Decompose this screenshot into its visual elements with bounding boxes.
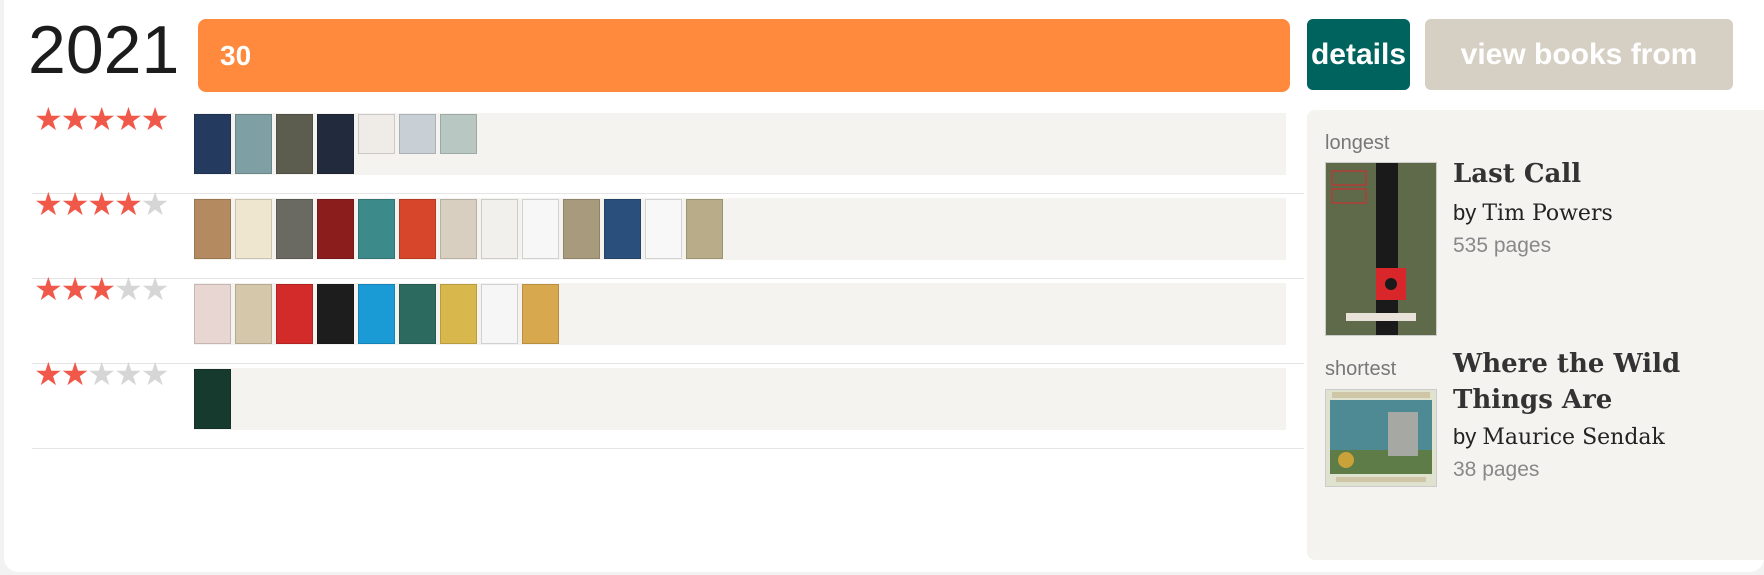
book-cover[interactable] xyxy=(563,199,600,259)
shortest-book-cover[interactable] xyxy=(1325,389,1437,487)
book-cover[interactable] xyxy=(399,284,436,344)
star-filled-icon: ★ xyxy=(114,186,143,222)
star-filled-icon: ★ xyxy=(114,101,143,137)
book-cover[interactable] xyxy=(276,114,313,174)
book-shelf xyxy=(194,283,1286,345)
book-cover[interactable] xyxy=(317,114,354,174)
shortest-label: shortest xyxy=(1325,358,1397,380)
shortest-book-author[interactable]: Maurice Sendak xyxy=(1482,425,1665,450)
book-shelf xyxy=(194,368,1286,430)
length-extremes-panel: longest Last Call by Tim Powers 535 page… xyxy=(1307,110,1764,560)
star-filled-icon: ★ xyxy=(60,186,90,222)
book-shelf xyxy=(194,113,1286,175)
book-cover[interactable] xyxy=(317,199,354,259)
star-filled-icon: ★ xyxy=(60,356,90,392)
star-empty-icon: ★ xyxy=(87,356,116,392)
books-count-bar: 30 xyxy=(198,19,1290,92)
book-cover[interactable] xyxy=(317,284,354,344)
book-cover[interactable] xyxy=(399,199,436,259)
book-cover[interactable] xyxy=(440,284,477,344)
star-filled-icon: ★ xyxy=(140,101,170,137)
star-empty-icon: ★ xyxy=(140,186,170,222)
book-cover[interactable] xyxy=(358,199,395,259)
rating-row-3: ★★★★★ xyxy=(32,271,1304,364)
longest-book-cover[interactable] xyxy=(1325,162,1437,336)
star-filled-icon: ★ xyxy=(34,271,63,307)
longest-book-author[interactable]: Tim Powers xyxy=(1482,201,1612,226)
rating-row-4: ★★★★★ xyxy=(32,186,1304,279)
star-empty-icon: ★ xyxy=(114,271,143,307)
book-cover[interactable] xyxy=(399,114,436,154)
book-cover[interactable] xyxy=(358,284,395,344)
book-cover[interactable] xyxy=(276,199,313,259)
book-cover[interactable] xyxy=(440,114,477,154)
view-books-button[interactable]: view books from 2021 xyxy=(1425,19,1733,142)
star-empty-icon: ★ xyxy=(140,271,170,307)
shortest-book-byline: by Maurice Sendak xyxy=(1453,424,1665,450)
book-cover[interactable] xyxy=(440,199,477,259)
book-cover[interactable] xyxy=(522,199,559,259)
shortest-book-title[interactable]: Where the Wild Things Are xyxy=(1453,346,1753,418)
book-cover[interactable] xyxy=(645,199,682,259)
book-cover[interactable] xyxy=(522,284,559,344)
star-rating: ★★★★★ xyxy=(34,100,170,138)
book-cover[interactable] xyxy=(235,114,272,174)
year-heading: 2021 xyxy=(28,12,180,88)
book-cover[interactable] xyxy=(194,114,231,174)
star-filled-icon: ★ xyxy=(34,356,63,392)
star-rating: ★★★★★ xyxy=(34,355,170,393)
year-stats-card: 2021 30 details view books from 2021 ★★★… xyxy=(4,0,1764,572)
star-rating: ★★★★★ xyxy=(34,270,170,308)
star-filled-icon: ★ xyxy=(34,186,63,222)
rating-row-5: ★★★★★ xyxy=(32,101,1304,194)
book-cover[interactable] xyxy=(194,199,231,259)
shortest-by-label: by xyxy=(1453,424,1477,449)
star-rating: ★★★★★ xyxy=(34,185,170,223)
star-filled-icon: ★ xyxy=(87,271,116,307)
longest-label: longest xyxy=(1325,132,1390,154)
star-filled-icon: ★ xyxy=(87,101,116,137)
book-cover[interactable] xyxy=(481,284,518,344)
longest-by-label: by xyxy=(1453,200,1477,225)
longest-book-byline: by Tim Powers xyxy=(1453,200,1613,226)
book-cover[interactable] xyxy=(276,284,313,344)
book-cover[interactable] xyxy=(194,284,231,344)
star-empty-icon: ★ xyxy=(114,356,143,392)
star-filled-icon: ★ xyxy=(87,186,116,222)
book-cover[interactable] xyxy=(235,199,272,259)
book-cover[interactable] xyxy=(604,199,641,259)
star-empty-icon: ★ xyxy=(140,356,170,392)
book-cover[interactable] xyxy=(481,199,518,259)
longest-book-pages: 535 pages xyxy=(1453,234,1552,257)
book-shelf xyxy=(194,198,1286,260)
rating-row-2: ★★★★★ xyxy=(32,356,1304,449)
book-cover[interactable] xyxy=(358,114,395,154)
star-filled-icon: ★ xyxy=(34,101,63,137)
star-filled-icon: ★ xyxy=(60,271,90,307)
shortest-book-pages: 38 pages xyxy=(1453,458,1540,481)
book-cover[interactable] xyxy=(235,284,272,344)
book-cover[interactable] xyxy=(194,369,231,429)
longest-book-title[interactable]: Last Call xyxy=(1453,156,1581,192)
details-button[interactable]: details xyxy=(1307,19,1410,90)
book-cover[interactable] xyxy=(686,199,723,259)
star-filled-icon: ★ xyxy=(60,101,90,137)
